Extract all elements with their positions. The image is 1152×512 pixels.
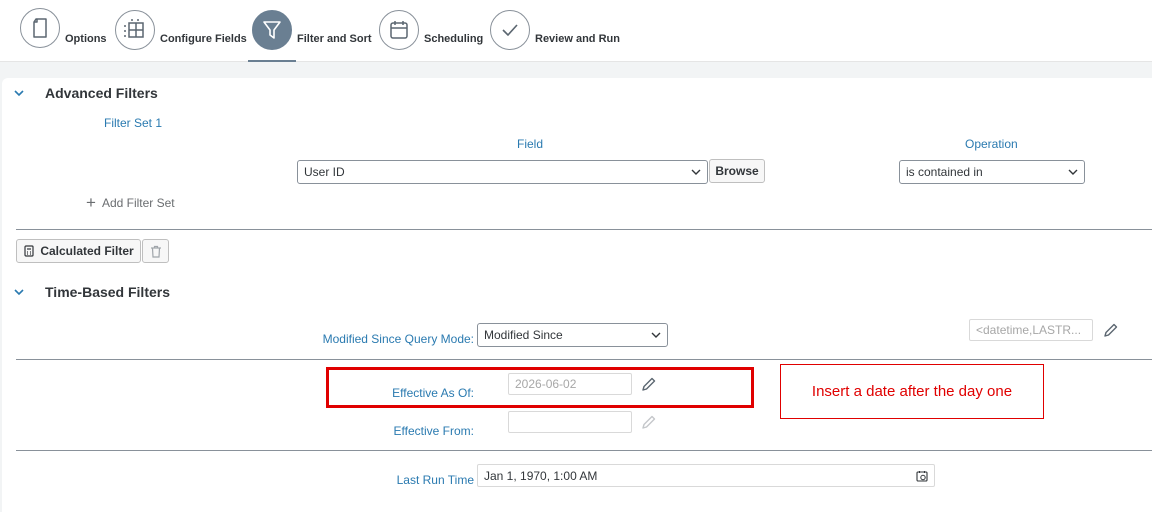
time-based-filters-title[interactable]: Time-Based Filters bbox=[45, 284, 170, 300]
browse-button-label: Browse bbox=[715, 164, 759, 178]
step-filter-and-sort-button[interactable] bbox=[252, 10, 292, 50]
modified-since-value: Modified Since bbox=[484, 328, 563, 342]
effective-from-label: Effective From: bbox=[393, 424, 474, 438]
calculated-filter-button[interactable]: Calculated Filter bbox=[16, 239, 141, 263]
datetime-input[interactable]: <datetime,LASTR... bbox=[969, 319, 1093, 341]
modified-since-label: Modified Since Query Mode: bbox=[322, 332, 474, 346]
chevron-down-icon[interactable] bbox=[13, 87, 25, 99]
chevron-down-icon bbox=[1068, 169, 1078, 175]
effective-from-input[interactable] bbox=[508, 411, 632, 433]
field-column-header: Field bbox=[517, 137, 544, 151]
field-select[interactable]: User ID bbox=[297, 160, 708, 184]
last-run-time-value: Jan 1, 1970, 1:00 AM bbox=[484, 468, 598, 483]
edit-pencil-icon[interactable] bbox=[1103, 322, 1119, 338]
calculated-filter-label: Calculated Filter bbox=[40, 244, 134, 258]
section-divider bbox=[16, 450, 1152, 451]
datetime-input-value: <datetime,LASTR... bbox=[976, 323, 1082, 337]
field-select-value: User ID bbox=[304, 165, 345, 179]
chevron-down-icon bbox=[651, 332, 661, 338]
step-configure-fields-label[interactable]: Configure Fields bbox=[160, 33, 247, 45]
section-divider bbox=[16, 359, 1152, 360]
browse-button[interactable]: Browse bbox=[709, 159, 765, 183]
calculator-icon bbox=[24, 245, 34, 257]
table-icon bbox=[124, 19, 144, 38]
annotation-note: Insert a date after the day one bbox=[780, 364, 1044, 419]
step-scheduling-label[interactable]: Scheduling bbox=[424, 33, 483, 45]
delete-button[interactable] bbox=[142, 239, 169, 263]
plus-icon: + bbox=[86, 193, 96, 212]
chevron-down-icon bbox=[691, 169, 701, 175]
document-icon bbox=[33, 18, 47, 38]
annotation-highlight-box bbox=[326, 367, 754, 408]
filter-icon bbox=[263, 21, 281, 39]
section-divider bbox=[16, 229, 1152, 230]
add-filter-set-button[interactable]: + Add Filter Set bbox=[86, 193, 175, 212]
active-step-indicator bbox=[248, 60, 296, 62]
modified-since-select[interactable]: Modified Since bbox=[477, 323, 668, 347]
annotation-note-text: Insert a date after the day one bbox=[811, 383, 1013, 400]
step-filter-and-sort-label[interactable]: Filter and Sort bbox=[297, 33, 372, 45]
step-scheduling-button[interactable] bbox=[379, 10, 419, 50]
calendar-icon bbox=[390, 21, 408, 39]
operation-column-header: Operation bbox=[965, 137, 1018, 151]
calendar-clock-icon[interactable] bbox=[916, 470, 928, 482]
chevron-down-icon[interactable] bbox=[13, 286, 25, 298]
trash-icon bbox=[150, 245, 161, 258]
step-options-button[interactable] bbox=[20, 8, 60, 48]
step-configure-fields-button[interactable] bbox=[115, 10, 155, 50]
advanced-filters-title[interactable]: Advanced Filters bbox=[45, 85, 158, 101]
filter-set-label: Filter Set 1 bbox=[104, 116, 163, 130]
step-review-and-run-button[interactable] bbox=[490, 10, 530, 50]
last-run-time-label: Last Run Time bbox=[396, 473, 474, 487]
operation-select-value: is contained in bbox=[906, 165, 983, 179]
checkmark-icon bbox=[502, 24, 518, 36]
last-run-time-input[interactable]: Jan 1, 1970, 1:00 AM bbox=[477, 464, 935, 487]
step-review-and-run-label[interactable]: Review and Run bbox=[535, 33, 620, 45]
wizard-steps-bar: Options Configure Fields Filter and Sort… bbox=[0, 0, 1152, 62]
operation-select[interactable]: is contained in bbox=[899, 160, 1085, 184]
step-options-label[interactable]: Options bbox=[65, 33, 107, 45]
add-filter-set-label: Add Filter Set bbox=[101, 196, 175, 210]
edit-pencil-icon[interactable] bbox=[641, 414, 657, 430]
